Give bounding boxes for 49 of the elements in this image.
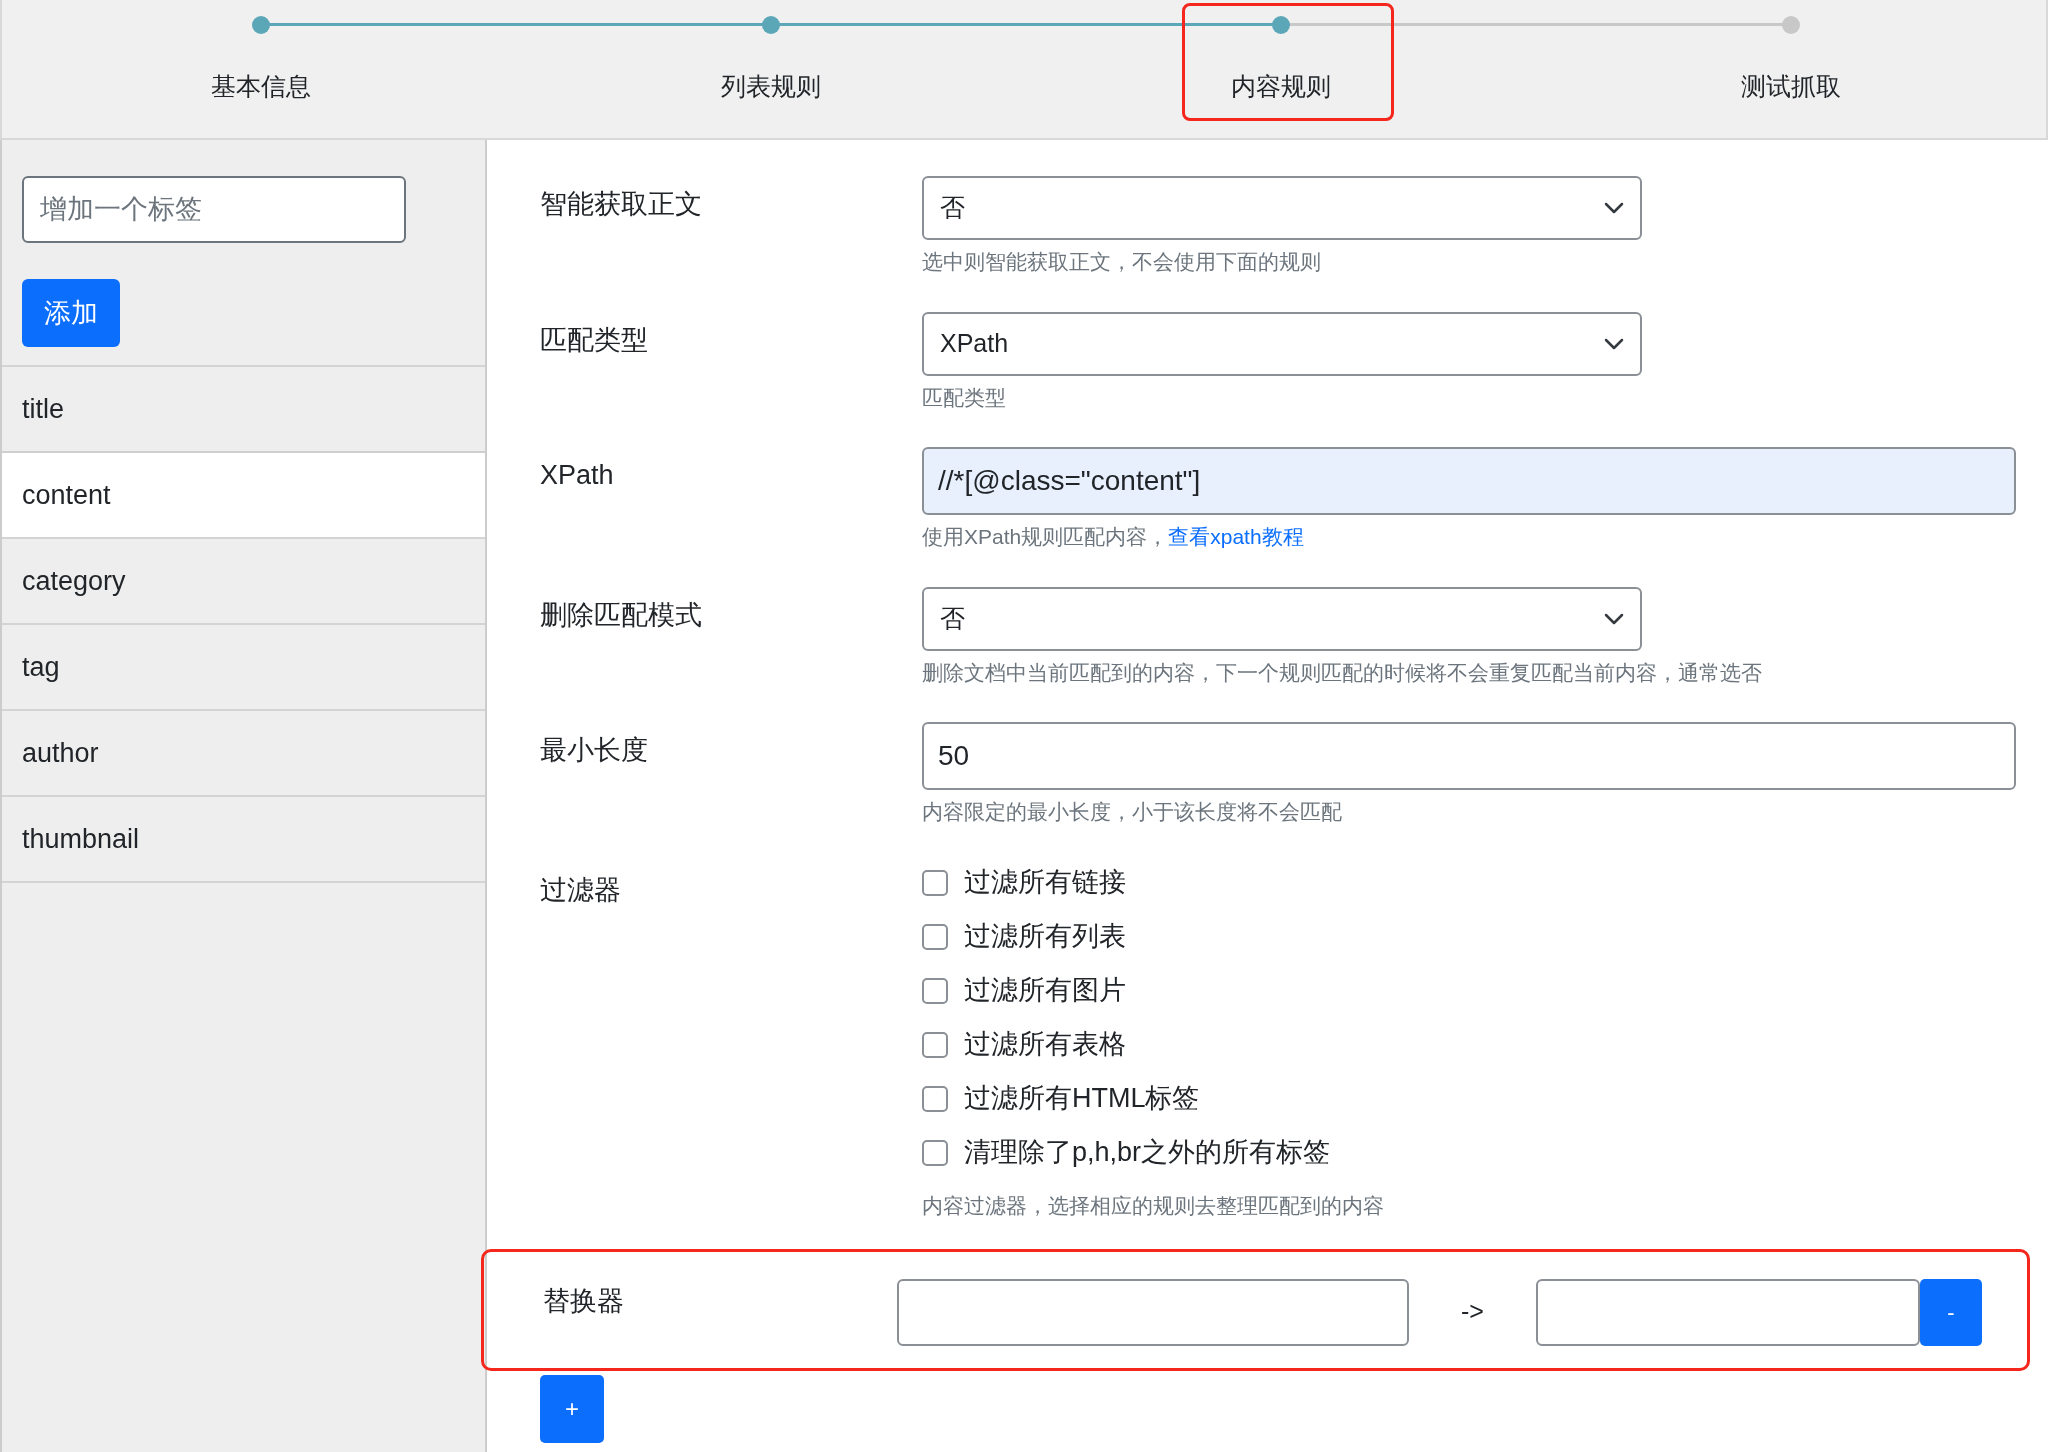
step-label[interactable]: 基本信息 [161, 68, 361, 106]
checkbox[interactable] [922, 977, 948, 1004]
help-text: 匹配类型 [922, 384, 1007, 411]
field-label: 智能获取正文 [540, 188, 703, 221]
replace-input[interactable] [1536, 1279, 1920, 1346]
checkbox[interactable] [922, 1085, 948, 1112]
checkbox-label[interactable]: 过滤所有HTML标签 [964, 1078, 1200, 1119]
chevron-down-icon [1604, 612, 1624, 625]
checkbox-label[interactable]: 过滤所有表格 [964, 1024, 1126, 1065]
tutorial-link[interactable]: 查看xpath教程 [1168, 521, 1304, 553]
checkbox-label[interactable]: 过滤所有链接 [964, 862, 1126, 903]
remove-button[interactable]: - [1920, 1279, 1982, 1346]
add-replacer-button[interactable]: + [540, 1375, 604, 1443]
select-dropdown[interactable]: 否 [922, 586, 1642, 651]
select-dropdown[interactable]: XPath [922, 311, 1642, 376]
checkbox-label[interactable]: 过滤所有图片 [964, 970, 1126, 1011]
field-label: 替换器 [543, 1285, 625, 1318]
chevron-down-icon [1604, 202, 1624, 214]
arrow-text: -> [1460, 1296, 1485, 1327]
text-input[interactable]: 50 [922, 722, 2016, 790]
help-text: 内容过滤器，选择相应的规则去整理匹配到的内容 [922, 1192, 1384, 1219]
field-label: XPath [540, 459, 615, 492]
help-text: 删除文档中当前匹配到的内容，下一个规则匹配的时候将不会重复匹配当前内容，通常选否 [922, 659, 1762, 686]
text-input[interactable]: //*[@class="content"] [922, 447, 2016, 515]
checkbox[interactable] [922, 869, 948, 896]
checkbox-label[interactable]: 清理除了p,h,br之外的所有标签 [964, 1132, 1331, 1173]
tag-input[interactable]: 增加一个标签 [22, 176, 406, 243]
field-label: 匹配类型 [540, 323, 649, 357]
field-label: 最小长度 [540, 734, 649, 767]
checkbox-label[interactable]: 过滤所有列表 [964, 916, 1126, 957]
tag-list-item[interactable]: content [2, 451, 485, 537]
checkbox[interactable] [922, 923, 948, 950]
help-text: 使用XPath规则匹配内容， [922, 524, 1169, 550]
add-button[interactable]: 添加 [22, 279, 120, 347]
help-text: 选中则智能获取正文，不会使用下面的规则 [922, 249, 1322, 275]
step-label[interactable]: 内容规则 [1181, 68, 1381, 106]
checkbox[interactable] [922, 1139, 948, 1166]
step-label[interactable]: 列表规则 [671, 68, 871, 106]
select-value: 否 [940, 602, 965, 634]
field-label: 过滤器 [540, 873, 622, 907]
select-value: XPath [940, 327, 1009, 359]
chevron-down-icon [1604, 337, 1624, 350]
field-label: 删除匹配模式 [540, 598, 703, 632]
checkbox[interactable] [922, 1031, 948, 1058]
step-label[interactable]: 测试抓取 [1691, 68, 1891, 106]
select-value: 否 [940, 192, 965, 224]
help-text: 内容限定的最小长度，小于该长度将不会匹配 [922, 799, 1343, 825]
find-input[interactable] [897, 1279, 1409, 1346]
select-dropdown[interactable]: 否 [922, 176, 1642, 240]
